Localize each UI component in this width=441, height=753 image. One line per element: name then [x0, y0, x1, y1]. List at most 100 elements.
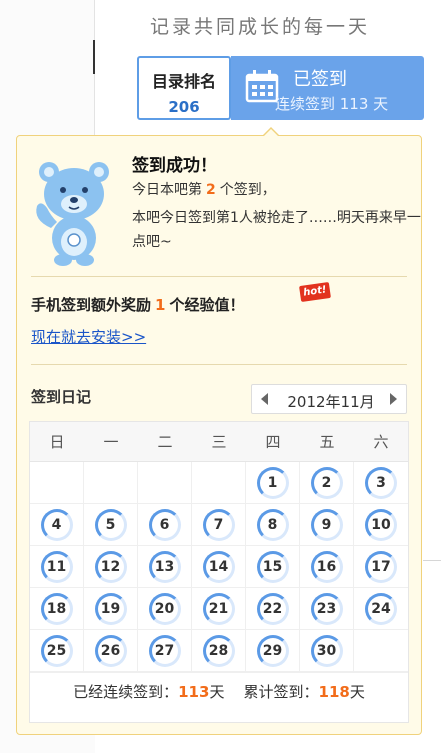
signed-day-marker: 3	[365, 466, 397, 499]
calendar-cell: 23	[300, 588, 354, 630]
sign-in-diary-title: 签到日记	[31, 388, 92, 406]
calendar-cell: 29	[246, 630, 300, 672]
signed-day-marker: 30	[310, 634, 343, 667]
total-unit: 天	[349, 683, 365, 701]
today-rank-count: 2	[206, 182, 216, 198]
bonus-suffix: 个经验值！	[169, 296, 245, 314]
hot-badge: hot!	[299, 281, 331, 303]
next-month-icon[interactable]	[390, 393, 397, 405]
streak-value: 113	[178, 683, 210, 701]
calendar-cell: 4	[30, 504, 84, 546]
mobile-bonus-text: 手机签到额外奖励 1 个经验值！	[31, 294, 244, 315]
background-text-cursor	[93, 40, 95, 74]
calendar-cell: 2	[300, 462, 354, 504]
signed-day-marker: 15	[256, 550, 289, 583]
directory-rank-box[interactable]: 目录排名 206	[137, 56, 231, 120]
calendar-cell: 26	[84, 630, 138, 672]
signed-in-label: 已签到	[293, 69, 347, 90]
weekday-label: 二	[157, 433, 173, 451]
signed-day-marker: 6	[148, 508, 181, 541]
prev-month-icon[interactable]	[261, 393, 268, 405]
calendar-cell: 3	[354, 462, 408, 504]
signed-day-marker: 19	[94, 592, 127, 625]
install-now-link[interactable]: 现在就去安装>>	[31, 326, 146, 347]
calendar-cell: 1	[246, 462, 300, 504]
signed-day-marker: 21	[202, 592, 235, 625]
signed-day-marker: 13	[148, 550, 181, 583]
signed-day-marker: 10	[365, 508, 397, 541]
weekday-label: 三	[211, 433, 227, 451]
calendar-cell: 13	[138, 546, 192, 588]
calendar-cell: 19	[84, 588, 138, 630]
weekday-label: 五	[319, 433, 335, 451]
bonus-count: 1	[155, 296, 166, 314]
bear-mascot-icon	[36, 162, 109, 266]
divider	[31, 276, 407, 277]
calendar-cell: 15	[246, 546, 300, 588]
sign-in-calendar: 日 一 二 三 四 五 六 1 2 3 4 5 6 7 8 9 10 11 12 13 14 15 16 17 1…	[29, 421, 409, 723]
bonus-prefix: 手机签到额外奖励	[31, 296, 152, 314]
signed-day-marker: 12	[94, 550, 127, 583]
calendar-cell: 9	[300, 504, 354, 546]
streak-summary: 连续签到 113 天	[275, 95, 389, 113]
current-month: 2012年11月	[287, 393, 375, 411]
signed-day-marker: 27	[148, 634, 181, 667]
total-label: 累计签到：	[243, 683, 319, 701]
signed-day-marker: 5	[94, 508, 127, 541]
signed-day-marker: 17	[365, 550, 397, 583]
calendar-cell: 12	[84, 546, 138, 588]
signed-day-marker: 11	[40, 550, 73, 583]
signed-day-marker: 28	[202, 634, 235, 667]
calendar-cell: 21	[192, 588, 246, 630]
today-rank-suffix: 个签到，	[219, 182, 276, 198]
signed-in-button[interactable]: 已签到 连续签到 113 天	[231, 56, 424, 120]
calendar-cell: 17	[354, 546, 408, 588]
calendar-cell	[192, 462, 246, 504]
calendar-cell: 14	[192, 546, 246, 588]
signed-day-marker: 2	[310, 466, 343, 499]
divider	[31, 364, 407, 365]
calendar-cell: 25	[30, 630, 84, 672]
calendar-cell: 30	[300, 630, 354, 672]
calendar-cell	[354, 630, 408, 672]
signed-day-marker: 8	[256, 508, 289, 541]
sign-in-success-popup: 签到成功！ 今日本吧第 2 个签到， 本吧今日签到第1人被抢走了……明天再来早一点吧…	[16, 127, 422, 735]
signed-day-marker: 25	[40, 634, 73, 667]
rank-label: 目录排名	[151, 72, 216, 91]
calendar-cell: 11	[30, 546, 84, 588]
total-value: 118	[318, 683, 350, 701]
calendar-cell: 6	[138, 504, 192, 546]
calendar-cell: 5	[84, 504, 138, 546]
calendar-cell: 24	[354, 588, 408, 630]
calendar-cell: 7	[192, 504, 246, 546]
calendar-cell	[138, 462, 192, 504]
today-rank-prefix: 今日本吧第	[132, 182, 202, 198]
first-signer-note: 本吧今日签到第1人被抢走了……明天再来早一点吧~	[132, 210, 421, 250]
signed-day-marker: 26	[94, 634, 127, 667]
signed-day-marker: 22	[256, 592, 289, 625]
success-title: 签到成功！	[132, 156, 217, 176]
sign-in-stats: 已经连续签到：113天 累计签到：118天	[30, 672, 408, 710]
calendar-grid: 1 2 3 4 5 6 7 8 9 10 11 12 13 14 15 16 17 18 19 20 21 22 23 24 2…	[30, 462, 408, 672]
signed-day-marker: 9	[310, 508, 343, 541]
weekday-label: 四	[265, 433, 281, 451]
calendar-cell	[84, 462, 138, 504]
calendar-cell: 28	[192, 630, 246, 672]
rank-value: 206	[168, 98, 200, 116]
signed-day-marker: 4	[40, 508, 73, 541]
signed-day-marker: 1	[256, 466, 289, 499]
month-navigator: 2012年11月	[251, 384, 407, 414]
streak-label: 已经连续签到：	[73, 683, 179, 701]
calendar-cell: 10	[354, 504, 408, 546]
weekday-label: 一	[103, 433, 119, 451]
popup-arrow-fill	[263, 129, 279, 137]
signed-day-marker: 14	[202, 550, 235, 583]
calendar-cell	[30, 462, 84, 504]
signed-day-marker: 24	[365, 592, 397, 625]
weekday-header: 日 一 二 三 四 五 六	[30, 422, 408, 462]
forum-slogan: 记录共同成长的每一天	[150, 16, 371, 38]
signed-day-marker: 20	[148, 592, 181, 625]
weekday-label: 日	[49, 433, 65, 451]
signed-day-marker: 16	[310, 550, 343, 583]
weekday-label: 六	[373, 433, 389, 451]
